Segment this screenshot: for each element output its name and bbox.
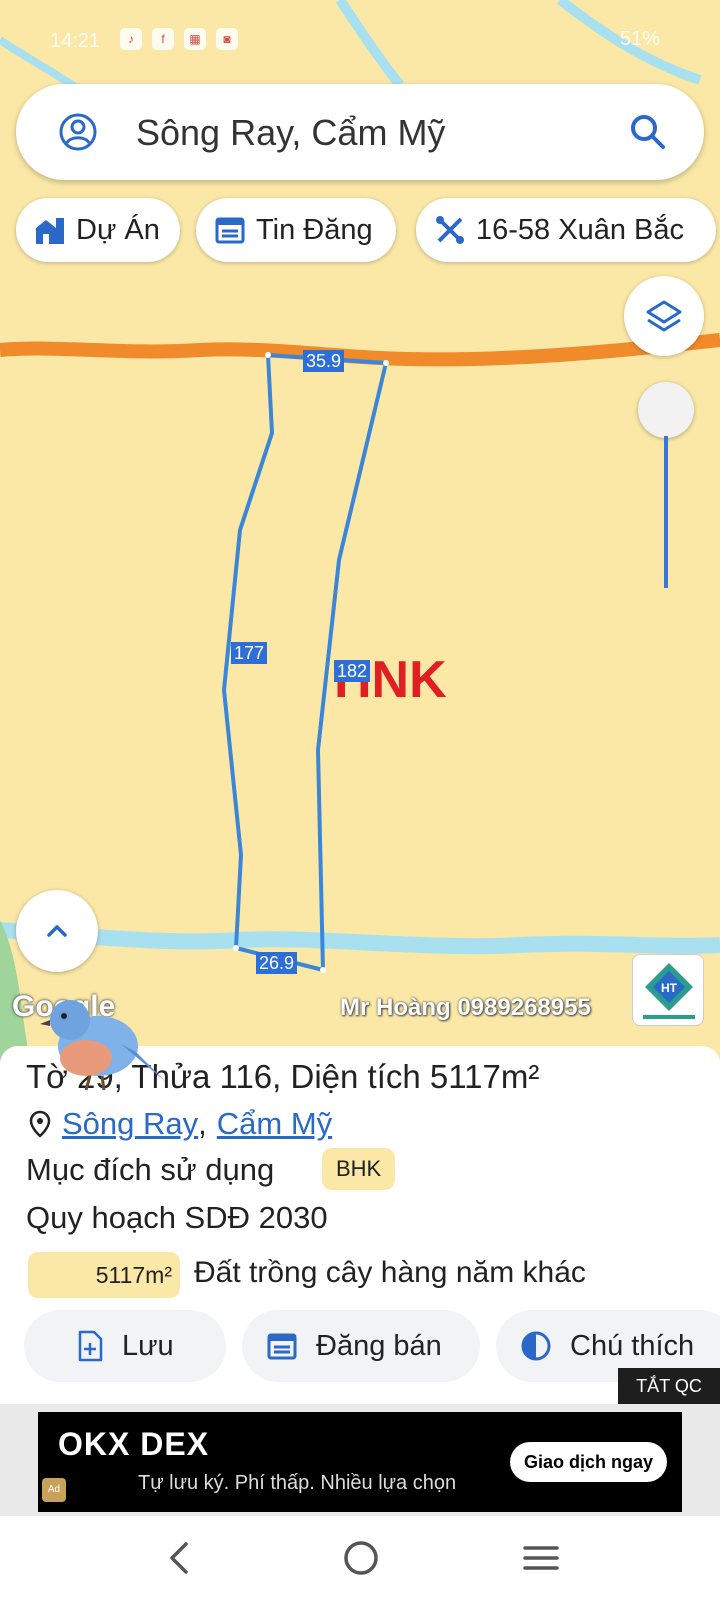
ad-tagline: Tự lưu ký. Phí thấp. Nhiều lựa chọn <box>138 1472 457 1494</box>
brand-logo: HT <box>632 954 704 1026</box>
close-ad-button[interactable]: TẮT QC <box>618 1368 720 1404</box>
back-button[interactable] <box>154 1536 204 1580</box>
dimension-top-label: 35.9 <box>303 350 345 372</box>
menu-icon <box>523 1546 559 1570</box>
ad-badge: Ad <box>42 1478 66 1502</box>
dimension-bottom-label: 26.9 <box>256 952 298 974</box>
notification-icons: ♪ f ▦ ◙ <box>120 28 238 50</box>
layers-button[interactable] <box>624 276 704 356</box>
save-button[interactable]: Lưu <box>24 1310 226 1382</box>
file-plus-icon <box>78 1330 103 1362</box>
chip-tin-dang[interactable]: Tin Đăng <box>196 198 396 262</box>
chip-label: Tin Đăng <box>256 213 373 246</box>
battery-level: 51% <box>619 28 660 50</box>
contrast-icon <box>521 1331 551 1361</box>
app-icon: ▦ <box>184 28 206 50</box>
legend-label: Chú thích <box>570 1329 695 1362</box>
plan-label: Quy hoạch SDĐ 2030 <box>26 1200 328 1235</box>
land-type-description: Đất trồng cây hàng năm khác <box>194 1256 586 1289</box>
search-icon[interactable] <box>628 112 668 152</box>
app-icon: ◙ <box>216 28 238 50</box>
home-button[interactable] <box>336 1536 386 1580</box>
address-link-district[interactable]: Cẩm Mỹ <box>217 1106 332 1142</box>
chevron-up-icon <box>47 925 67 937</box>
purpose-label: Mục đích sử dụng <box>26 1152 275 1187</box>
search-bar[interactable]: Sông Ray, Cẩm Mỹ <box>16 84 704 180</box>
tools-icon <box>436 216 464 244</box>
ad-brand: OKX DEX <box>58 1426 210 1462</box>
save-button-label: Lưu <box>122 1329 174 1362</box>
chip-location-code[interactable]: 16-58 Xuân Bắc <box>416 198 716 262</box>
ad-container: OKX DEX Tự lưu ký. Phí thấp. Nhiều lựa c… <box>0 1404 720 1516</box>
status-time: 14:21 <box>50 30 101 52</box>
parcel-address: Sông Ray , Cẩm Mỹ <box>28 1106 332 1142</box>
bird-sticker <box>40 1000 166 1091</box>
watermark-text: Mr Hoàng 0989268955 <box>340 994 591 1021</box>
chip-label: 16-58 Xuân Bắc <box>476 213 684 246</box>
purpose-code-badge: BHK <box>322 1148 396 1190</box>
system-nav-bar <box>0 1516 720 1601</box>
location-pin-icon <box>29 1110 51 1138</box>
chip-du-an[interactable]: Dự Án <box>16 198 180 262</box>
ad-cta-button[interactable]: Giao dịch ngay <box>510 1442 668 1482</box>
expand-panel-button[interactable] <box>16 890 98 972</box>
svg-text:HT: HT <box>661 981 678 995</box>
tiktok-icon: ♪ <box>120 28 142 50</box>
calendar-icon <box>215 217 245 244</box>
chevron-left-icon <box>170 1542 188 1574</box>
brand-logo-icon: HT <box>643 963 695 1019</box>
layers-icon <box>646 300 682 332</box>
area-badge: 5117m² <box>28 1252 180 1298</box>
opacity-slider-handle[interactable] <box>638 382 694 438</box>
account-icon[interactable] <box>58 112 98 152</box>
dimension-right-label: 182 <box>334 660 371 682</box>
facebook-icon: f <box>152 28 174 50</box>
chip-label: Dự Án <box>76 213 160 246</box>
home-circle-icon <box>344 1541 378 1575</box>
calendar-icon <box>267 1333 297 1360</box>
ad-banner[interactable]: OKX DEX Tự lưu ký. Phí thấp. Nhiều lựa c… <box>38 1412 682 1512</box>
address-separator: , <box>198 1106 207 1141</box>
post-for-sale-label: Đăng bán <box>316 1329 442 1362</box>
dimension-left-label: 177 <box>231 642 268 664</box>
post-for-sale-button[interactable]: Đăng bán <box>242 1310 480 1382</box>
search-input[interactable]: Sông Ray, Cẩm Mỹ <box>136 112 445 154</box>
recents-button[interactable] <box>516 1536 566 1580</box>
status-bar: 14:21 ♪ f ▦ ◙ 51% <box>0 0 720 80</box>
building-icon <box>36 218 64 244</box>
address-link-ward[interactable]: Sông Ray <box>62 1106 198 1142</box>
opacity-slider-track[interactable] <box>664 436 668 588</box>
